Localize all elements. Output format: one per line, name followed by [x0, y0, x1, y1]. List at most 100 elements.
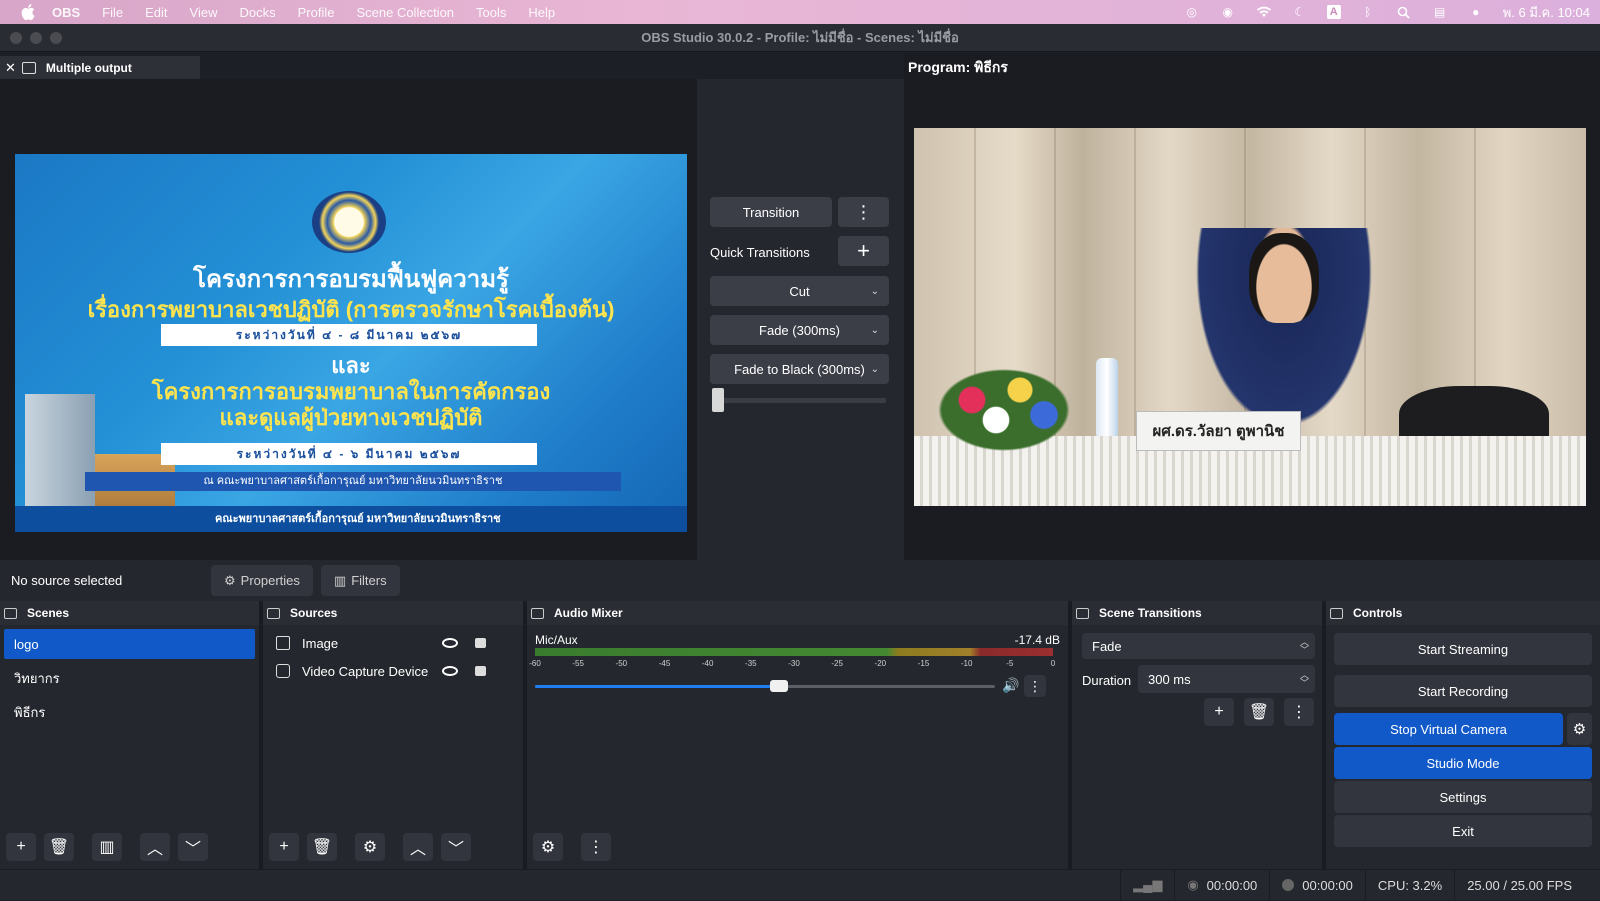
program-panel: Program: พิธีกร ผศ.ดร.วัลยา ตูพานิช	[904, 53, 1600, 560]
add-scene-icon[interactable]: +	[6, 833, 36, 861]
siri-icon[interactable]: ●	[1467, 5, 1485, 19]
studio-preview-panel[interactable]: โครงการการอบรมฟื้นฟูความรู้ เรื่องการพยา…	[0, 79, 697, 560]
move-up-icon[interactable]: ︿	[140, 833, 170, 861]
settings-button[interactable]: Settings	[1334, 781, 1592, 813]
eye-icon[interactable]	[442, 666, 458, 676]
dock-window-icon[interactable]	[4, 607, 17, 619]
quick-transition-cut[interactable]: Cut ⌄	[710, 276, 889, 306]
t-bar-handle[interactable]	[712, 388, 724, 412]
source-item-video-capture[interactable]: Video Capture Device	[263, 657, 523, 685]
menu-docks[interactable]: Docks	[239, 5, 275, 20]
sources-dock-header: Sources	[263, 601, 523, 625]
add-transition-icon[interactable]: +	[1204, 698, 1234, 726]
sync-icon[interactable]: ◉	[1219, 5, 1237, 19]
menu-edit[interactable]: Edit	[145, 5, 167, 20]
bluetooth-icon[interactable]: ᛒ	[1359, 5, 1377, 19]
stepper-arrows-icon[interactable]: ︿ ﹀	[1300, 671, 1309, 688]
fps-status: 25.00 / 25.00 FPS	[1454, 869, 1584, 901]
slide-date-1: ระหว่างวันที่ ๔ - ๘ มีนาคม ๒๕๖๗	[161, 324, 537, 346]
properties-button[interactable]: ⚙ Properties	[211, 565, 313, 596]
move-up-icon[interactable]: ︿	[403, 833, 433, 861]
scenes-toolbar: + 🗑 ▥ ︿ ﹀	[0, 831, 259, 863]
transition-menu-icon[interactable]: ⋮	[1284, 698, 1314, 726]
cpu-usage: CPU: 3.2%	[1377, 877, 1443, 893]
dock-window-icon[interactable]	[267, 607, 280, 619]
trash-icon[interactable]: 🗑	[307, 833, 337, 861]
scene-transitions-dock: Scene Transitions Fade ︿ ﹀ Duration 300 m…	[1072, 601, 1326, 869]
meter-tick-label: -40	[701, 659, 714, 668]
transition-select-value: Fade	[1092, 638, 1122, 654]
apple-icon[interactable]	[18, 4, 38, 20]
zoom-window-button[interactable]	[50, 32, 62, 44]
volume-slider-handle[interactable]	[769, 680, 788, 692]
spotlight-search-icon[interactable]	[1395, 5, 1413, 19]
virtual-camera-gear-icon[interactable]: ⚙	[1567, 713, 1592, 745]
stop-virtual-camera-button[interactable]: Stop Virtual Camera	[1334, 713, 1563, 745]
creative-cloud-icon[interactable]: ◎	[1183, 5, 1201, 19]
source-label: Image	[302, 635, 339, 651]
fade-label: Fade (300ms)	[759, 322, 840, 338]
dock-window-icon	[21, 61, 36, 74]
trash-icon[interactable]: 🗑	[44, 833, 74, 861]
menu-help[interactable]: Help	[528, 5, 555, 20]
studio-mode-button[interactable]: Studio Mode	[1334, 747, 1592, 779]
dock-window-icon[interactable]	[1330, 607, 1343, 619]
start-streaming-button[interactable]: Start Streaming	[1334, 633, 1592, 665]
quick-transition-fade-black[interactable]: Fade to Black (300ms) ⌄	[710, 354, 889, 384]
audio-mixer-dock: Audio Mixer Mic/Aux -17.4 dB -60 -55 -50 -4…	[527, 601, 1072, 869]
source-item-image[interactable]: Image	[263, 629, 523, 657]
t-bar-track[interactable]	[712, 398, 886, 403]
window-titlebar: OBS Studio 30.0.2 - Profile: ไม่มีชื่อ -…	[0, 24, 1600, 52]
controls-dock: Controls Start Streaming Start Recording…	[1326, 601, 1600, 869]
filters-button[interactable]: ▥ Filters	[320, 565, 400, 596]
wifi-icon[interactable]	[1255, 5, 1273, 19]
transition-more-icon[interactable]: ⋮	[838, 197, 889, 227]
close-tab-icon[interactable]: ✕	[5, 60, 16, 76]
menu-app-name[interactable]: OBS	[52, 5, 80, 20]
scene-item-host[interactable]: พิธีกร	[4, 697, 255, 727]
lock-icon[interactable]	[475, 638, 486, 648]
scene-item-speaker[interactable]: วิทยากร	[4, 663, 255, 693]
add-quick-transition-icon[interactable]: +	[838, 236, 889, 266]
menu-scene-collection[interactable]: Scene Collection	[356, 5, 454, 20]
gear-icon[interactable]: ⚙	[355, 833, 385, 861]
filter-icon: ▥	[333, 572, 347, 588]
mixer-channel-menu-icon[interactable]: ⋮	[1024, 675, 1046, 697]
multiple-output-tab[interactable]: ✕ Multiple output	[0, 56, 200, 79]
slide-footer: คณะพยาบาลศาสตร์เกื้อการุณย์ มหาวิทยาลัยน…	[15, 506, 687, 532]
menu-file[interactable]: File	[102, 5, 123, 20]
menu-view[interactable]: View	[190, 5, 218, 20]
control-center-icon[interactable]: ▤	[1431, 5, 1449, 19]
preview-slide-image[interactable]: โครงการการอบรมฟื้นฟูความรู้ เรื่องการพยา…	[15, 154, 687, 532]
program-video-frame[interactable]: ผศ.ดร.วัลยา ตูพานิช	[914, 128, 1586, 506]
input-source-icon[interactable]: A	[1326, 5, 1341, 19]
moon-icon[interactable]: ☾	[1291, 5, 1309, 19]
speaker-icon[interactable]: 🔊	[1002, 677, 1019, 694]
add-source-icon[interactable]: +	[269, 833, 299, 861]
advanced-audio-gear-icon[interactable]: ⚙	[533, 833, 563, 861]
mixer-menu-icon[interactable]: ⋮	[581, 833, 611, 861]
dock-window-icon[interactable]	[531, 607, 544, 619]
duration-input[interactable]: 300 ms ︿ ﹀	[1138, 665, 1315, 693]
volume-slider[interactable]	[535, 680, 995, 692]
quick-transition-fade[interactable]: Fade (300ms) ⌄	[710, 315, 889, 345]
scene-item-logo[interactable]: logo	[4, 629, 255, 659]
transition-select[interactable]: Fade ︿ ﹀	[1082, 633, 1315, 659]
menu-profile[interactable]: Profile	[298, 5, 335, 20]
exit-button[interactable]: Exit	[1334, 815, 1592, 847]
move-down-icon[interactable]: ﹀	[441, 833, 471, 861]
image-icon	[276, 636, 290, 650]
minimize-window-button[interactable]	[30, 32, 42, 44]
close-window-button[interactable]	[10, 32, 22, 44]
move-down-icon[interactable]: ﹀	[178, 833, 208, 861]
dock-window-icon[interactable]	[1076, 607, 1089, 619]
start-recording-button[interactable]: Start Recording	[1334, 675, 1592, 707]
menu-tools[interactable]: Tools	[476, 5, 506, 20]
scene-filters-icon[interactable]: ▥	[92, 833, 122, 861]
eye-icon[interactable]	[442, 638, 458, 648]
stream-status: ◉ 00:00:00	[1174, 869, 1269, 901]
transition-button[interactable]: Transition	[710, 197, 832, 227]
lock-icon[interactable]	[475, 666, 486, 676]
trash-icon[interactable]: 🗑	[1244, 698, 1274, 726]
menubar-clock[interactable]: พ. 6 มี.ค. 10:04	[1503, 2, 1590, 23]
